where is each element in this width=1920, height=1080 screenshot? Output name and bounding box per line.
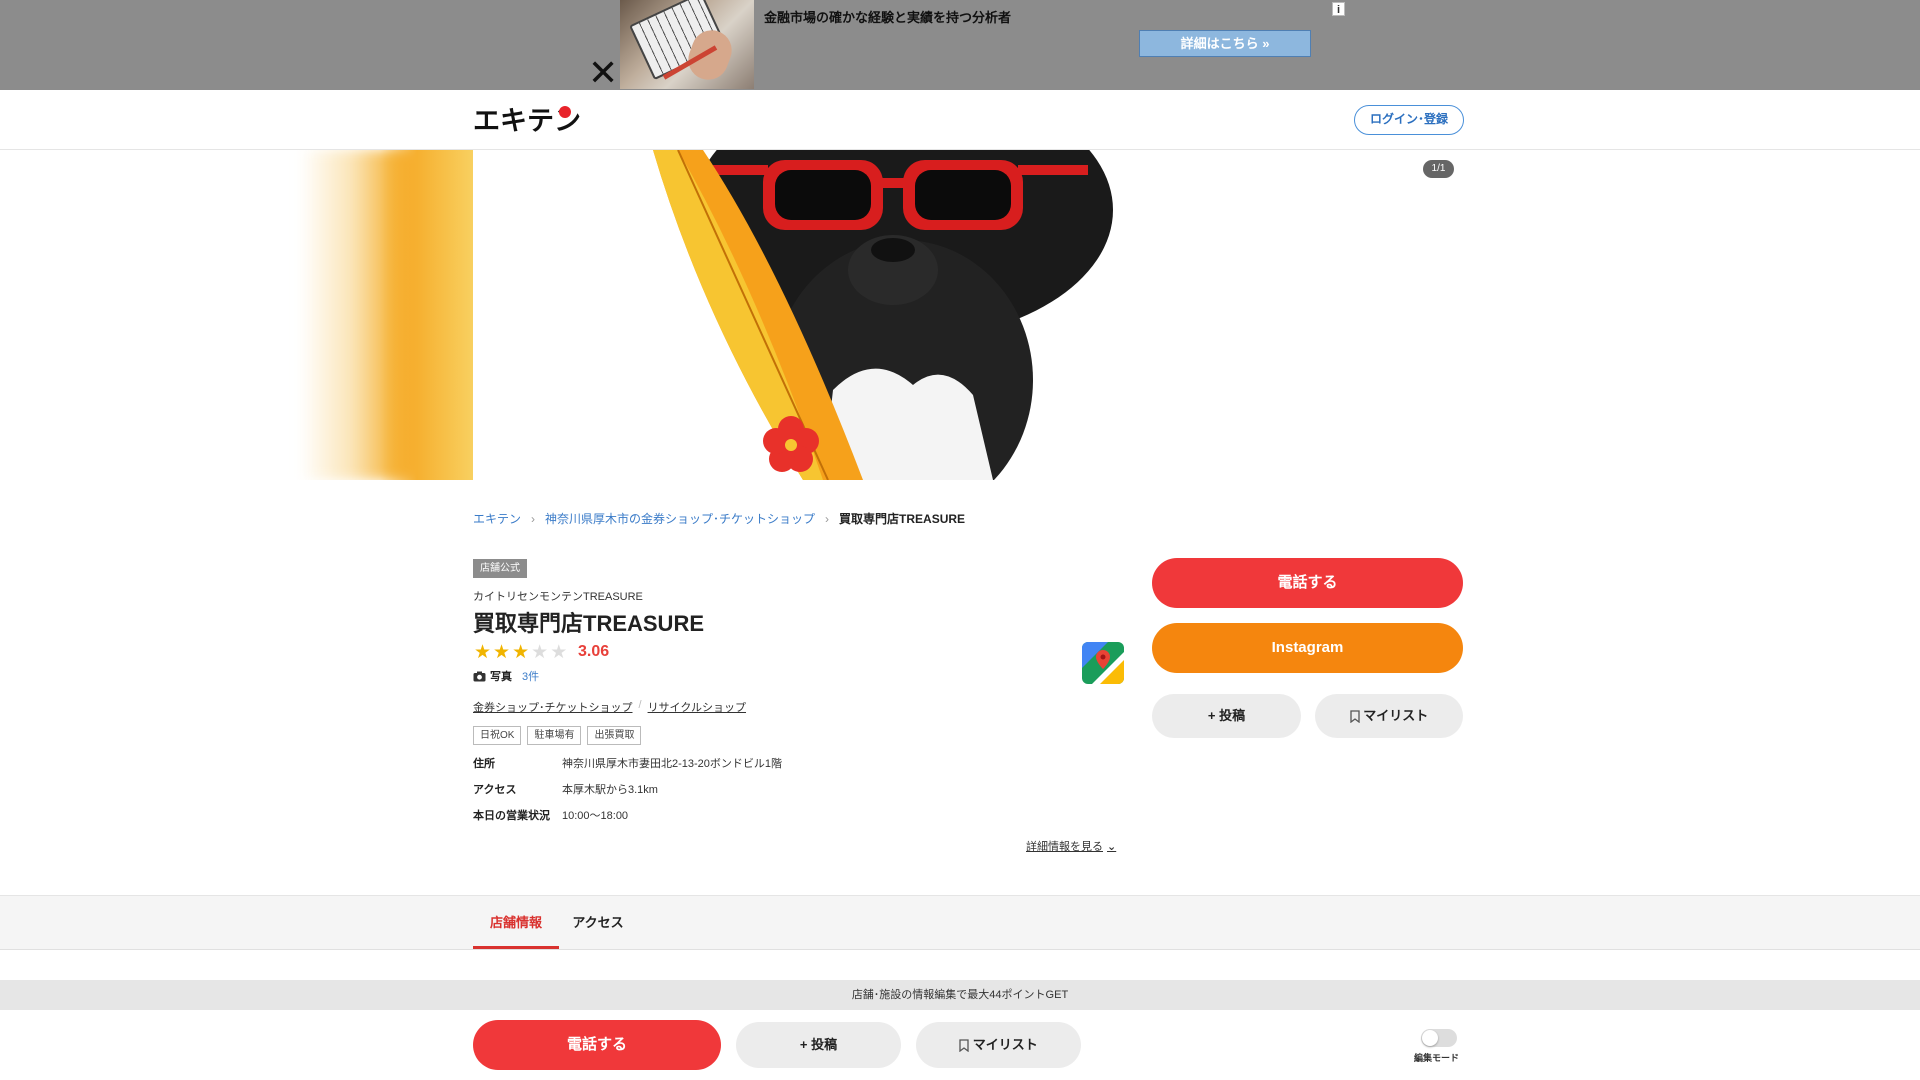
photos-link[interactable]: 写真 3件: [473, 668, 539, 684]
category-link[interactable]: 金券ショップ･チケットショップ: [473, 699, 633, 715]
login-register-button[interactable]: ログイン･登録: [1354, 105, 1464, 135]
address-row: 住所 神奈川県厚木市妻田北2-13-20ボンドビル1階: [473, 755, 782, 771]
post-label: 投稿: [1219, 708, 1246, 723]
hero-gallery: [0, 150, 1920, 480]
tab-store-info[interactable]: 店舗情報: [473, 896, 559, 949]
bottom-call-button[interactable]: 電話する: [473, 1020, 721, 1070]
category-list: 金券ショップ･チケットショップ / リサイクルショップ: [473, 699, 747, 715]
call-button[interactable]: 電話する: [1152, 558, 1463, 608]
hours-value: 10:00〜18:00: [562, 810, 629, 822]
breadcrumb-home[interactable]: エキテン: [473, 510, 521, 527]
star-icon: ★: [550, 642, 568, 663]
star-icon: ★: [474, 642, 492, 663]
hero-image[interactable]: [473, 150, 1253, 480]
close-icon[interactable]: ✕: [588, 55, 618, 91]
google-maps-icon[interactable]: [1082, 642, 1124, 684]
hours-row: 本日の営業状況 10:00〜18:00: [473, 807, 628, 823]
ad-cta-button[interactable]: 詳細はこちら »: [1139, 30, 1311, 57]
bottom-mylist-label: マイリスト: [972, 1037, 1038, 1052]
feature-tags: 日祝OK 駐車場有 出張買取: [473, 726, 642, 745]
more-details-link[interactable]: 詳細情報を見る ⌄: [1026, 838, 1116, 854]
ad-banner: ✕ 金融市場の確かな経験と実績を持つ分析者 詳細はこちら » i: [0, 0, 1920, 91]
ad-info-icon[interactable]: i: [1332, 2, 1345, 16]
access-value: 本厚木駅から3.1km: [562, 784, 658, 796]
photos-label: 写真: [490, 671, 512, 683]
feature-tag: 駐車場有: [527, 726, 582, 745]
bottom-post-label: 投稿: [811, 1037, 838, 1052]
address-value: 神奈川県厚木市妻田北2-13-20ボンドビル1階: [562, 758, 783, 770]
bookmark-icon: [959, 1039, 969, 1053]
chevron-down-icon: ⌄: [1107, 840, 1117, 853]
category-link[interactable]: リサイクルショップ: [648, 699, 746, 715]
star-icon: ★: [493, 642, 511, 663]
feature-tag: 出張買取: [587, 726, 642, 745]
plus-icon: +: [799, 1037, 812, 1052]
store-name: 買取専門店TREASURE: [473, 611, 705, 636]
ad-headline[interactable]: 金融市場の確かな経験と実績を持つ分析者: [764, 7, 1011, 26]
rating-score: 3.06: [578, 643, 610, 660]
ekiten-logo[interactable]: エキテン: [473, 102, 585, 136]
address-label: 住所: [473, 758, 495, 770]
feature-tag: 日祝OK: [473, 726, 522, 745]
chevron-right-icon: ›: [531, 511, 536, 526]
more-details-label: 詳細情報を見る: [1026, 841, 1103, 853]
breadcrumb-category[interactable]: 神奈川県厚木市の金券ショップ･チケットショップ: [545, 510, 815, 527]
photos-count[interactable]: 3件: [522, 668, 539, 684]
chevron-right-icon: ›: [825, 511, 830, 526]
bottom-mylist-button[interactable]: マイリスト: [916, 1022, 1081, 1068]
mylist-button[interactable]: マイリスト: [1315, 694, 1463, 738]
star-rating: ★ ★ ★ ★ ★: [474, 643, 567, 662]
tab-access[interactable]: アクセス: [565, 896, 631, 949]
bottom-post-button[interactable]: + 投稿: [736, 1022, 901, 1068]
tab-bar: 店舗情報 アクセス: [0, 895, 1920, 950]
gallery-counter: 1/1: [1423, 160, 1454, 178]
hours-label: 本日の営業状況: [473, 810, 550, 822]
breadcrumb: エキテン › 神奈川県厚木市の金券ショップ･チケットショップ › 買取専門店TR…: [473, 510, 965, 527]
breadcrumb-current: 買取専門店TREASURE: [839, 512, 966, 526]
bookmark-icon: [1350, 710, 1360, 724]
promo-banner[interactable]: 店舗･施設の情報編集で最大44ポイントGET: [0, 980, 1920, 1010]
site-header: [0, 90, 1920, 150]
camera-icon: [473, 671, 486, 681]
star-icon: ★: [512, 642, 530, 663]
store-name-kana: カイトリセンモンテンTREASURE: [473, 591, 643, 603]
access-row: アクセス 本厚木駅から3.1km: [473, 781, 658, 797]
star-icon: ★: [531, 642, 549, 663]
edit-mode-label: 編集モード: [1414, 1053, 1460, 1063]
official-badge: 店舗公式: [473, 559, 527, 578]
ad-image[interactable]: [620, 0, 754, 89]
post-button[interactable]: + 投稿: [1152, 694, 1301, 738]
edit-mode-toggle[interactable]: [1421, 1029, 1457, 1047]
plus-icon: +: [1207, 708, 1220, 723]
access-label: アクセス: [473, 784, 517, 796]
mylist-label: マイリスト: [1363, 708, 1429, 723]
instagram-button[interactable]: Instagram: [1152, 623, 1463, 673]
